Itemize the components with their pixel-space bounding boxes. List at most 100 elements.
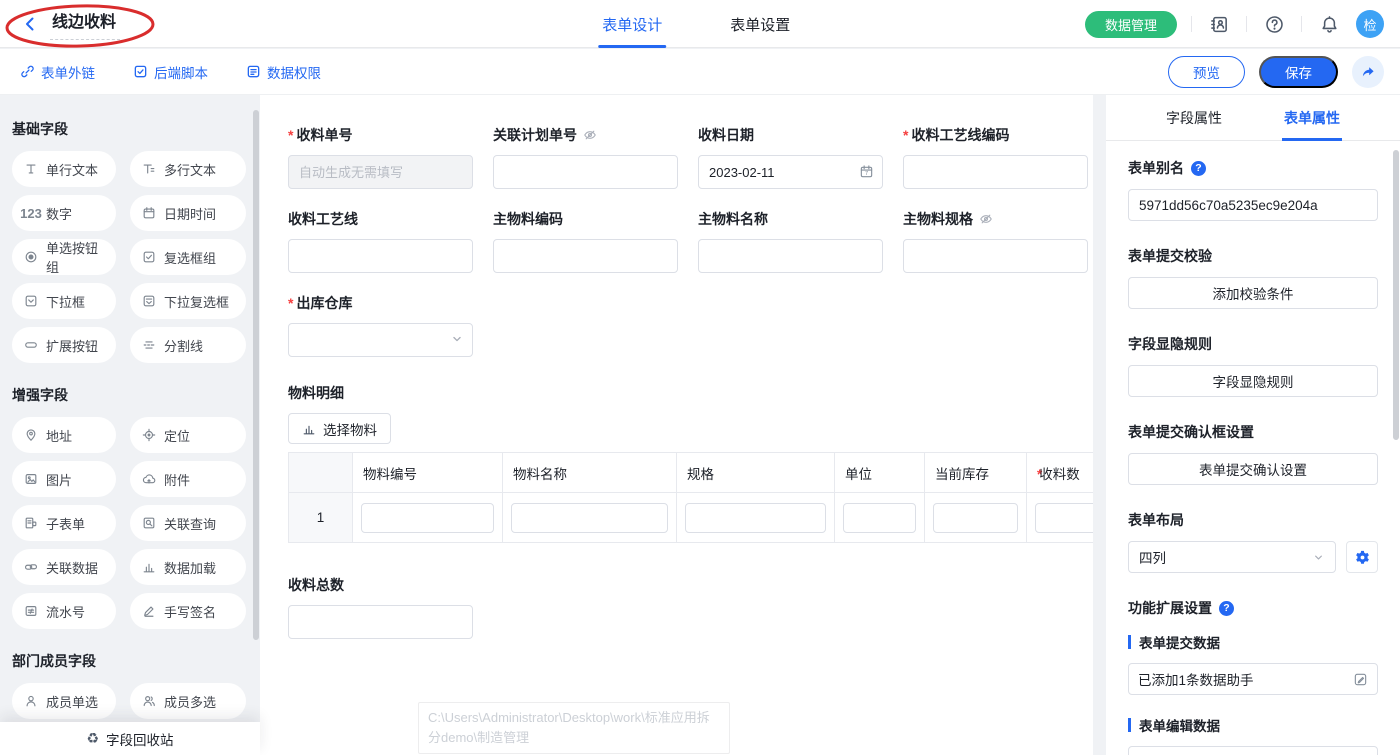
field-item-radio-group[interactable]: 单选按钮组: [12, 239, 116, 275]
address-book-icon[interactable]: [1206, 11, 1232, 37]
field-item-signature[interactable]: 手写签名: [130, 593, 246, 629]
tab-form-design[interactable]: 表单设计: [602, 0, 662, 48]
page-title[interactable]: 线边收料: [50, 8, 120, 40]
field-recycle-bin[interactable]: ♻ 字段回收站: [0, 722, 260, 755]
tab-form-settings[interactable]: 表单设置: [730, 0, 790, 48]
unit-cell-input[interactable]: [843, 503, 916, 533]
share-button[interactable]: [1352, 56, 1384, 88]
tab-field-properties[interactable]: 字段属性: [1166, 95, 1222, 141]
process-line-code-input[interactable]: [903, 155, 1088, 189]
field-item-checkbox-group[interactable]: 复选框组: [130, 239, 246, 275]
sidebar-scrollbar[interactable]: [253, 110, 259, 640]
main-material-code-input[interactable]: [493, 239, 678, 273]
header-actions: 数据管理 检: [1085, 0, 1384, 48]
column-header: 当前库存: [925, 453, 1027, 493]
material-name-cell-input[interactable]: [511, 503, 668, 533]
field-item-linked-query[interactable]: 关联查询: [130, 505, 246, 541]
layout-select[interactable]: 四列: [1128, 541, 1336, 573]
required-mark: *: [288, 127, 293, 143]
receipt-qty-cell-input[interactable]: [1035, 503, 1093, 533]
field-item-member-multi[interactable]: 成员多选: [130, 683, 246, 719]
chevron-down-icon: [1312, 551, 1325, 564]
field-item-address[interactable]: 地址: [12, 417, 116, 453]
form-field[interactable]: *出库仓库: [288, 293, 473, 357]
field-item-label: 多行文本: [164, 160, 216, 179]
visibility-rules-button[interactable]: 字段显隐规则: [1128, 365, 1378, 397]
column-header: *收料数: [1027, 453, 1094, 493]
form-row: *出库仓库: [288, 293, 1093, 357]
help-badge-icon[interactable]: ?: [1191, 161, 1206, 176]
column-header: 物料编号: [353, 453, 503, 493]
field-item-label: 流水号: [46, 602, 85, 621]
data-manage-button[interactable]: 数据管理: [1085, 11, 1177, 38]
button-icon: [23, 338, 39, 352]
row-index-cell: 1: [289, 493, 353, 543]
field-item-datetime[interactable]: 日期时间: [130, 195, 246, 231]
form-field[interactable]: *收料单号: [288, 125, 473, 189]
field-item-single-line-text[interactable]: 单行文本: [12, 151, 116, 187]
edit-icon[interactable]: [1353, 672, 1368, 687]
main-material-spec-input[interactable]: [903, 239, 1088, 273]
field-item-image[interactable]: 图片: [12, 461, 116, 497]
field-item-extend-button[interactable]: 扩展按钮: [12, 327, 116, 363]
calendar-icon[interactable]: 7: [859, 164, 874, 179]
back-icon[interactable]: [20, 14, 40, 34]
field-item-subform[interactable]: 子表单: [12, 505, 116, 541]
field-item-member-single[interactable]: 成员单选: [12, 683, 116, 719]
form-field[interactable]: 主物料规格: [903, 209, 1088, 273]
add-operation-button[interactable]: 添加操作: [1128, 746, 1378, 755]
select-material-button[interactable]: 选择物料: [288, 413, 391, 444]
external-link-action[interactable]: 表单外链: [20, 62, 95, 82]
form-alias-input[interactable]: [1128, 189, 1378, 221]
field-item-multi-line-text[interactable]: 多行文本: [130, 151, 246, 187]
save-button[interactable]: 保存: [1259, 56, 1338, 88]
panel-scrollbar[interactable]: [1393, 150, 1399, 440]
process-line-input[interactable]: [288, 239, 473, 273]
field-item-serial-number[interactable]: 流水号: [12, 593, 116, 629]
field-item-number[interactable]: 123数字: [12, 195, 116, 231]
field-item-divider[interactable]: 分割线: [130, 327, 246, 363]
notification-bell-icon[interactable]: [1316, 11, 1342, 37]
material-code-cell-input[interactable]: [361, 503, 494, 533]
field-item-linked-data[interactable]: 关联数据: [12, 549, 116, 585]
field-item-attachment[interactable]: 附件: [130, 461, 246, 497]
plan-no-input[interactable]: [493, 155, 678, 189]
data-permission-action[interactable]: 数据权限: [246, 62, 321, 82]
user-avatar[interactable]: 检: [1356, 10, 1384, 38]
help-icon[interactable]: [1261, 11, 1287, 37]
toolbar-links: 表单外链 后端脚本 数据权限: [0, 62, 321, 82]
field-label: 关联计划单号: [493, 125, 577, 145]
field-visibility-group: 字段显隐规则 字段显隐规则: [1128, 334, 1378, 397]
field-item-label: 数字: [46, 204, 72, 223]
form-field[interactable]: 收料工艺线: [288, 209, 473, 273]
form-field[interactable]: 主物料编码: [493, 209, 678, 273]
form-field[interactable]: 关联计划单号: [493, 125, 678, 189]
field-item-dropdown[interactable]: 下拉框: [12, 283, 116, 319]
submit-confirm-button[interactable]: 表单提交确认设置: [1128, 453, 1378, 485]
spec-cell-input[interactable]: [685, 503, 826, 533]
toolbar-link-label: 数据权限: [267, 62, 321, 82]
data-assistant-box[interactable]: 已添加1条数据助手: [1128, 663, 1378, 695]
form-field[interactable]: *收料工艺线编码: [903, 125, 1088, 189]
main-material-name-input[interactable]: [698, 239, 883, 273]
receipt-date-input[interactable]: [698, 155, 883, 189]
tab-form-properties[interactable]: 表单属性: [1284, 95, 1340, 141]
preview-button[interactable]: 预览: [1168, 56, 1245, 88]
field-item-geolocation[interactable]: 定位: [130, 417, 246, 453]
backend-script-action[interactable]: 后端脚本: [133, 62, 208, 82]
table-cell: [925, 493, 1027, 543]
total-qty-input[interactable]: [288, 605, 473, 639]
svg-text:7: 7: [865, 171, 868, 177]
form-design-canvas[interactable]: *收料单号 关联计划单号 收料日期 7 *收料工艺线编码: [260, 95, 1093, 755]
form-field[interactable]: 主物料名称: [698, 209, 883, 273]
add-validation-button[interactable]: 添加校验条件: [1128, 277, 1378, 309]
layout-settings-button[interactable]: [1346, 541, 1378, 573]
warehouse-select[interactable]: [288, 323, 473, 357]
enhanced-fields-grid: 地址 定位 图片 附件 子表单 关联查询 关联数据 数据加载 流水号 手写签名: [12, 417, 248, 629]
stock-cell-input[interactable]: [933, 503, 1018, 533]
form-field[interactable]: 收料日期 7: [698, 125, 883, 189]
field-item-multi-dropdown[interactable]: 下拉复选框: [130, 283, 246, 319]
help-badge-icon[interactable]: ?: [1219, 601, 1234, 616]
field-item-data-load[interactable]: 数据加载: [130, 549, 246, 585]
form-field[interactable]: 收料总数: [288, 575, 1093, 639]
